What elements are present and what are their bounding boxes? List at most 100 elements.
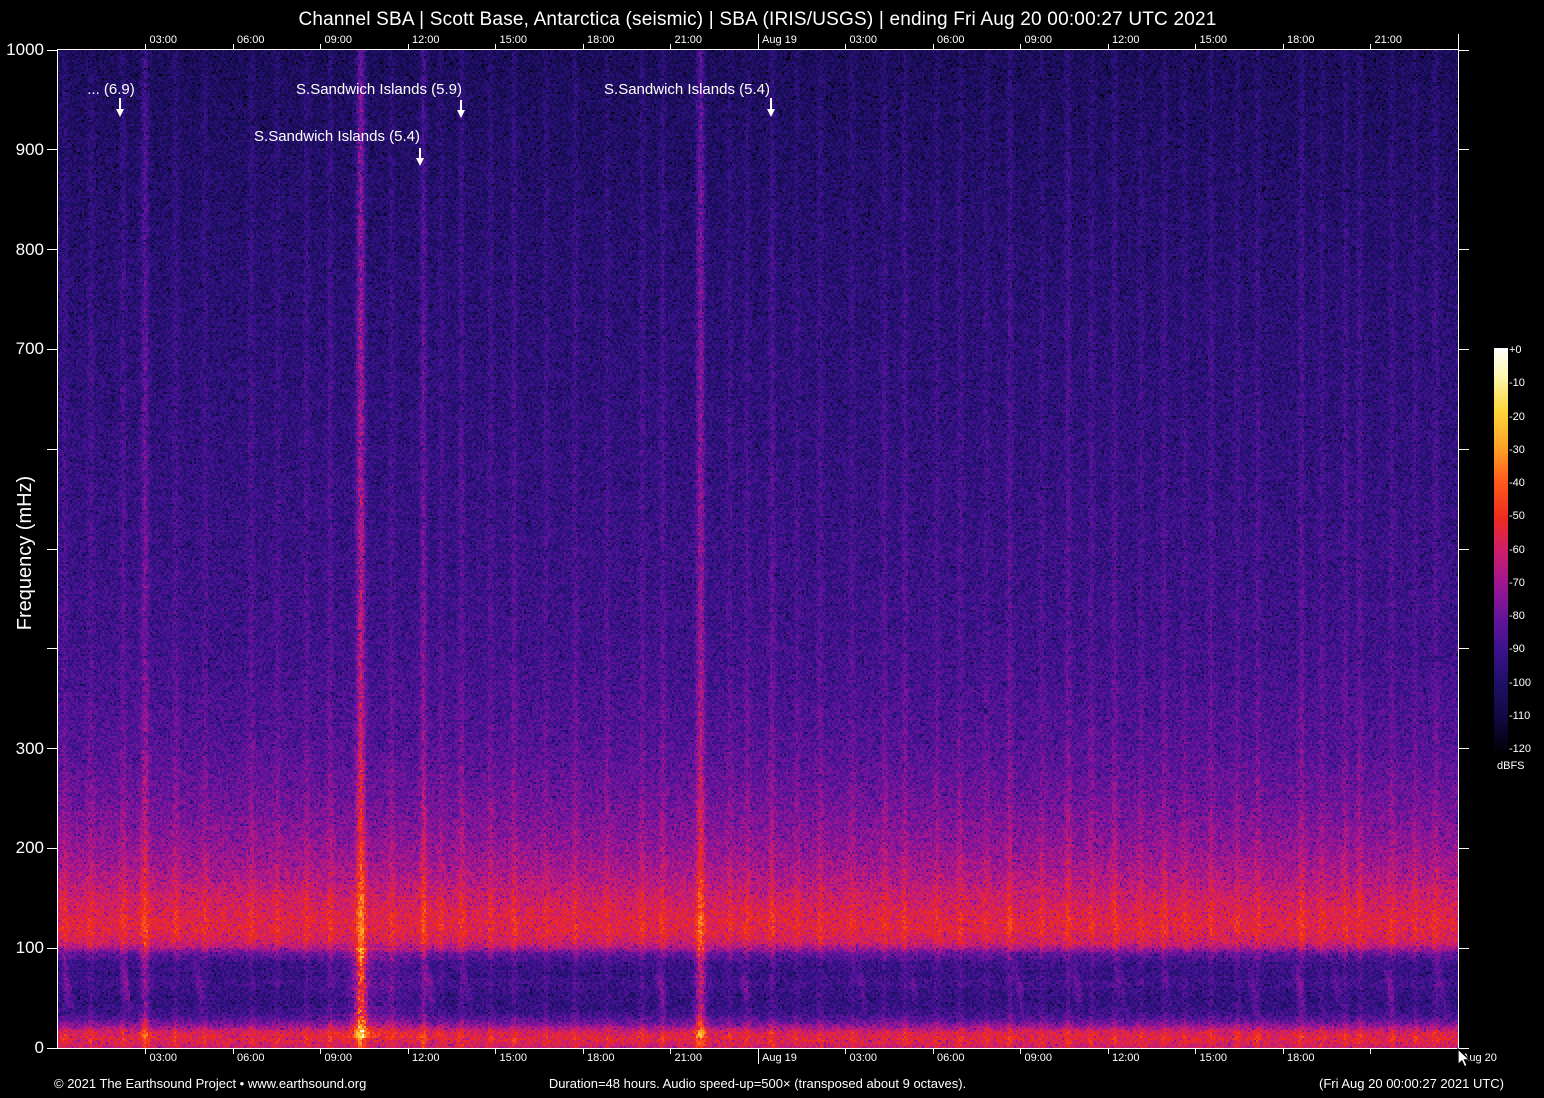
time-tick-label: 06:00	[937, 1052, 965, 1064]
time-tick	[932, 1049, 934, 1054]
freq-tick	[47, 748, 57, 750]
colorbar-label: -90	[1509, 643, 1525, 656]
time-tick-label: 09:00	[1024, 1052, 1053, 1064]
time-tick	[232, 44, 234, 49]
time-tick-label: 15:00	[1199, 1052, 1228, 1064]
colorbar-label: -10	[1509, 377, 1525, 390]
time-tick-label: 06:00	[237, 1052, 265, 1064]
freq-tick-label: 0	[34, 1038, 44, 1057]
time-tick-label: 09:00	[324, 1052, 353, 1064]
time-tick	[320, 1049, 321, 1054]
mouse-cursor-icon	[1456, 1047, 1472, 1074]
page-title: Channel SBA | Scott Base, Antarctica (se…	[298, 9, 1217, 30]
freq-tick-label: 300	[15, 738, 44, 758]
annotation-arrow	[766, 98, 776, 117]
time-tick-label: 12:00	[1112, 34, 1140, 46]
time-tick-label: 18:00	[587, 34, 615, 46]
freq-tick	[47, 348, 57, 350]
time-tick	[1195, 1049, 1196, 1054]
freq-tick	[47, 947, 57, 949]
freq-tick	[47, 149, 57, 151]
time-tick	[932, 44, 934, 49]
time-tick-label: 18:00	[1287, 34, 1315, 46]
colorbar-label: -40	[1509, 477, 1525, 489]
time-tick	[845, 1049, 846, 1054]
annotation-arrow	[456, 100, 466, 118]
time-tick-label: Aug 19	[762, 34, 797, 46]
colorbar-label: -110	[1509, 709, 1531, 722]
time-tick	[1282, 44, 1284, 49]
colorbar-label: -80	[1509, 610, 1525, 622]
freq-tick-label: 700	[15, 339, 44, 359]
freq-tick	[47, 648, 57, 650]
colorbar-gradient	[1494, 348, 1508, 752]
footer-timestamp: (Fri Aug 20 00:00:27 2021 UTC)	[1319, 1076, 1504, 1091]
time-tick	[670, 1049, 671, 1054]
colorbar-label: -120	[1509, 743, 1532, 755]
freq-tick	[47, 1047, 57, 1049]
time-tick-label: 03:00	[849, 1052, 878, 1064]
day-tick	[757, 34, 759, 49]
time-tick	[1195, 44, 1196, 49]
time-tick-label: 15:00	[499, 34, 528, 46]
annotation-arrow-head	[115, 109, 124, 117]
freq-tick	[1459, 348, 1469, 350]
time-tick-label: 12:00	[412, 1052, 440, 1064]
colorbar-label: -100	[1509, 676, 1532, 689]
time-tick	[1282, 1049, 1284, 1054]
freq-tick-label: 100	[15, 938, 44, 958]
freq-tick	[47, 49, 57, 51]
footer-duration: Duration=48 hours. Audio speed-up=500× (…	[548, 1076, 967, 1091]
freq-tick	[1459, 548, 1469, 550]
time-tick-label: 09:00	[324, 34, 353, 46]
time-tick-label: 21:00	[1374, 34, 1403, 46]
annotation-arrow-head	[456, 110, 465, 118]
time-tick	[145, 44, 146, 49]
event-annotation: S.Sandwich Islands (5.9)	[296, 81, 462, 98]
colorbar-label: -60	[1509, 543, 1525, 556]
time-tick	[670, 44, 671, 49]
time-tick	[1020, 1049, 1021, 1054]
freq-tick	[1459, 847, 1469, 849]
time-tick	[1107, 1049, 1109, 1054]
day-tick	[1457, 34, 1459, 49]
event-annotation: S.Sandwich Islands (5.4)	[604, 81, 770, 98]
annotation-arrow-head	[415, 158, 424, 166]
colorbar-label: -20	[1509, 410, 1525, 423]
colorbar-label: -50	[1509, 510, 1525, 523]
freq-tick	[1459, 648, 1469, 650]
colorbar-label: +0	[1509, 344, 1522, 356]
time-tick	[1107, 44, 1109, 49]
annotation-arrow	[115, 98, 125, 117]
event-annotation: ... (6.9)	[87, 81, 135, 98]
time-tick-label: 21:00	[674, 34, 703, 46]
time-tick-label: 21:00	[674, 1052, 703, 1064]
time-tick	[407, 1049, 409, 1054]
freq-tick	[1459, 49, 1469, 51]
time-tick	[1370, 1049, 1371, 1054]
time-tick	[845, 44, 846, 49]
time-tick	[407, 44, 409, 49]
event-annotation: S.Sandwich Islands (5.4)	[254, 128, 420, 145]
time-tick	[582, 1049, 584, 1054]
time-tick-label: 03:00	[149, 34, 178, 46]
colorbar-unit: dBFS	[1497, 760, 1525, 772]
time-tick	[145, 1049, 146, 1054]
freq-tick-label: 200	[15, 838, 44, 858]
spectrogram-figure: Channel SBA | Scott Base, Antarctica (se…	[0, 0, 1544, 1098]
time-tick	[320, 44, 321, 49]
time-tick-label: 15:00	[1199, 34, 1228, 46]
freq-tick-label: 800	[15, 239, 44, 259]
freq-tick	[1459, 748, 1469, 750]
time-tick-label: 03:00	[149, 1052, 178, 1064]
time-tick	[232, 1049, 234, 1054]
time-tick-label: Aug 19	[762, 1052, 797, 1064]
annotation-arrow-head	[766, 109, 775, 117]
freq-tick	[1459, 947, 1469, 949]
time-tick-label: 06:00	[237, 34, 265, 46]
time-tick	[495, 1049, 496, 1054]
time-tick-label: 03:00	[849, 34, 878, 46]
freq-tick	[1459, 448, 1469, 450]
time-tick	[1370, 44, 1371, 49]
freq-tick	[1459, 149, 1469, 151]
